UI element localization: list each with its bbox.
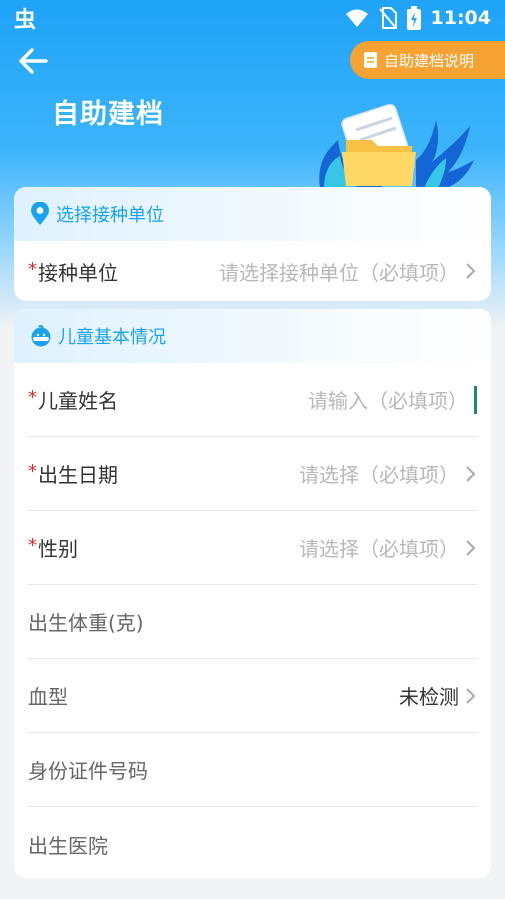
section-title-child-info: 儿童基本情况 xyxy=(58,327,166,348)
section-title-vaccination-unit: 选择接种单位 xyxy=(56,205,164,226)
self-filing-guide-button[interactable]: 自助建档说明 xyxy=(350,41,505,79)
birth-date-label: * 出生日期 xyxy=(28,459,118,488)
child-info-section-header: 儿童基本情况 xyxy=(14,309,491,363)
vaccination-unit-card: 选择接种单位 * 接种单位 请选择接种单位（必填项） xyxy=(14,187,491,301)
vaccination-unit-label-text: 接种单位 xyxy=(38,260,118,285)
vaccination-unit-label: * 接种单位 xyxy=(28,257,118,286)
no-sim-icon xyxy=(378,7,397,29)
chevron-right-icon xyxy=(466,465,476,482)
text-cursor xyxy=(474,385,477,414)
chevron-right-icon xyxy=(466,539,476,556)
gender-label-text: 性别 xyxy=(38,537,78,561)
app-notification-icon: 虫 xyxy=(14,8,37,33)
status-bar: 虫 11:04 xyxy=(0,0,505,36)
guide-button-label: 自助建档说明 xyxy=(384,51,475,70)
child-name-row[interactable]: * 儿童姓名 请输入（必填项） xyxy=(28,363,477,437)
child-face-icon xyxy=(31,325,51,347)
blood-type-row[interactable]: 血型 未检测 xyxy=(28,659,477,733)
child-name-label: * 儿童姓名 xyxy=(28,385,118,414)
gender-label: * 性别 xyxy=(28,533,78,562)
chevron-right-icon xyxy=(466,687,476,704)
required-mark: * xyxy=(28,535,37,556)
child-name-input[interactable]: 请输入（必填项） xyxy=(308,385,477,414)
id-number-label: 身份证件号码 xyxy=(28,759,148,783)
document-icon xyxy=(364,52,377,68)
gender-row[interactable]: * 性别 请选择（必填项） xyxy=(28,511,477,585)
birth-hospital-row[interactable]: 出生医院 xyxy=(28,807,477,878)
blood-type-value: 未检测 xyxy=(399,685,459,709)
birth-hospital-label: 出生医院 xyxy=(28,833,108,858)
gender-select[interactable]: 请选择（必填项） xyxy=(299,533,477,562)
birth-weight-label: 出生体重(克) xyxy=(28,611,144,635)
page-title: 自助建档 xyxy=(52,99,164,130)
required-mark: * xyxy=(28,387,37,408)
gender-placeholder: 请选择（必填项） xyxy=(299,537,459,561)
battery-charging-icon xyxy=(406,6,421,30)
birth-date-select[interactable]: 请选择（必填项） xyxy=(299,459,477,488)
location-pin-icon xyxy=(31,202,49,225)
vaccination-unit-select[interactable]: 请选择接种单位（必填项） xyxy=(219,257,477,286)
birth-date-placeholder: 请选择（必填项） xyxy=(299,463,459,487)
required-mark: * xyxy=(28,258,37,280)
chevron-right-icon xyxy=(466,263,476,279)
blood-type-label: 血型 xyxy=(28,685,68,709)
back-arrow-icon[interactable] xyxy=(16,44,50,78)
child-info-card: 儿童基本情况 * 儿童姓名 请输入（必填项） * 出生日期 请选择（必填项） *… xyxy=(14,309,491,878)
vaccination-unit-row[interactable]: * 接种单位 请选择接种单位（必填项） xyxy=(28,241,477,301)
vaccination-unit-section-header: 选择接种单位 xyxy=(14,187,491,241)
child-name-placeholder: 请输入（必填项） xyxy=(308,389,468,413)
status-time: 11:04 xyxy=(430,7,491,29)
required-mark: * xyxy=(28,461,37,482)
wifi-icon xyxy=(345,9,368,27)
vaccination-unit-placeholder: 请选择接种单位（必填项） xyxy=(219,260,459,285)
folder-illustration xyxy=(319,103,474,188)
blood-type-select[interactable]: 未检测 xyxy=(399,681,477,710)
child-name-label-text: 儿童姓名 xyxy=(38,389,118,413)
id-number-row[interactable]: 身份证件号码 xyxy=(28,733,477,807)
birth-weight-row[interactable]: 出生体重(克) xyxy=(28,585,477,659)
birth-date-row[interactable]: * 出生日期 请选择（必填项） xyxy=(28,437,477,511)
birth-date-label-text: 出生日期 xyxy=(38,463,118,487)
